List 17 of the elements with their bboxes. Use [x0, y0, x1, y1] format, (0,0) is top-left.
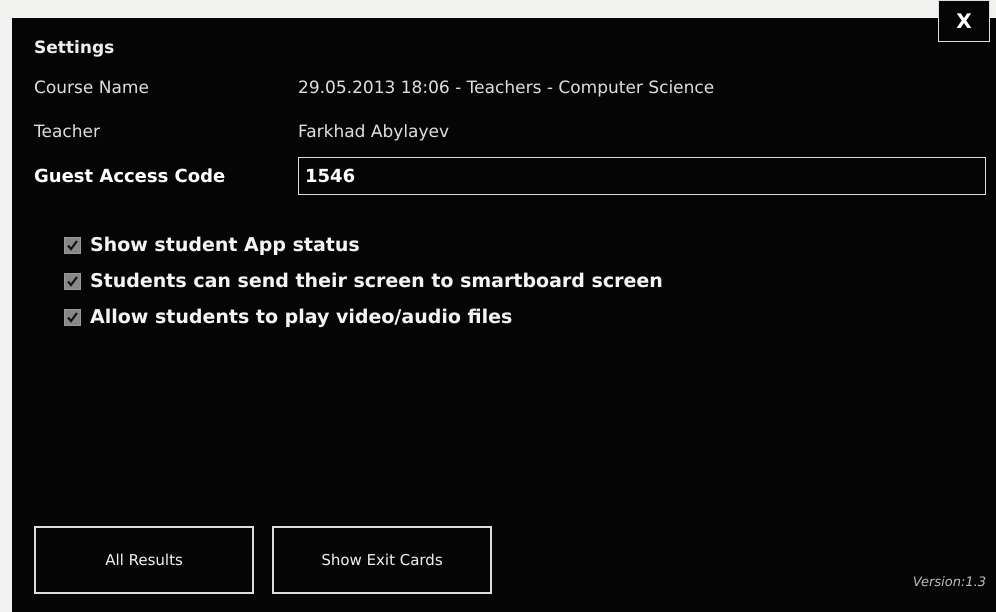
checkbox-label: Students can send their screen to smartboard screen: [90, 270, 663, 292]
checkbox-label: Allow students to play video/audio files: [90, 306, 512, 328]
dialog-title: Settings: [34, 37, 116, 60]
dialog-button[interactable]: Show Exit Cards: [272, 526, 492, 594]
access-code-field[interactable]: 1546: [298, 157, 986, 195]
field-label: Course Name: [34, 77, 150, 100]
field-label: Teacher: [34, 121, 101, 144]
checkbox[interactable]: [64, 272, 81, 290]
checkbox[interactable]: [64, 236, 81, 254]
dialog-button[interactable]: All Results: [34, 526, 254, 594]
version-label: Version:1.3: [912, 575, 986, 590]
checkbox-label: Show student App status: [90, 234, 360, 256]
field-value: 29.05.2013 18:06 - Teachers - Computer Science: [298, 78, 716, 98]
checkbox[interactable]: [64, 308, 81, 326]
field-label: Guest Access Code: [34, 164, 226, 188]
field-value: Farkhad Abylayev: [298, 122, 450, 142]
close-button[interactable]: X: [938, 0, 990, 42]
